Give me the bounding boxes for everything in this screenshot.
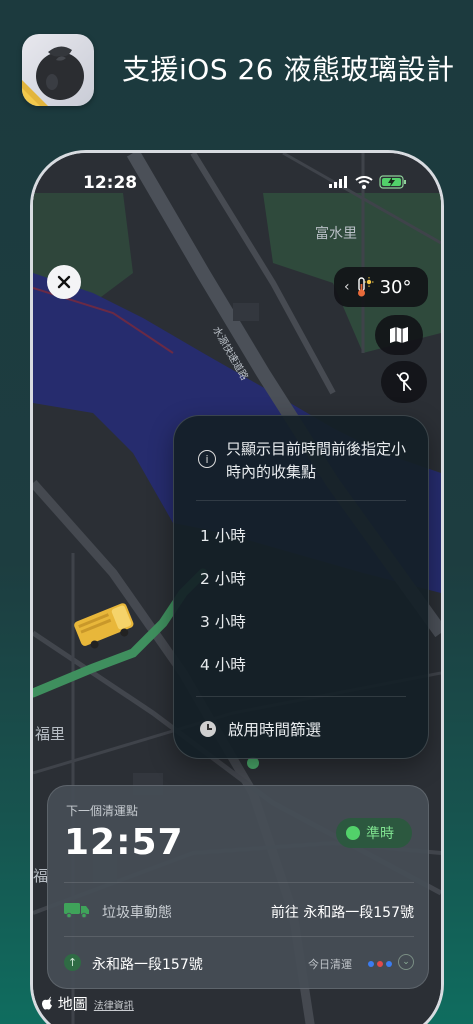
apple-maps-brand: 地圖 [41, 993, 88, 1014]
weather-chip[interactable]: ‹ 30° [334, 267, 428, 307]
wifi-icon [355, 175, 373, 189]
enable-time-filter-item[interactable]: 啟用時間篩選 [200, 718, 321, 740]
collection-dot [386, 961, 392, 967]
menu-item-2h[interactable]: 2 小時 [200, 567, 246, 589]
menu-item-1h[interactable]: 1 小時 [200, 524, 246, 546]
collection-dot [368, 961, 374, 967]
menu-divider [196, 696, 406, 697]
cellular-signal-icon [329, 176, 347, 188]
next-stop-time: 12:57 [64, 822, 184, 863]
enable-time-filter-label: 啟用時間篩選 [228, 721, 322, 739]
map-label-fu-prefix: 福 [33, 867, 49, 885]
menu-item-4h[interactable]: 4 小時 [200, 653, 246, 675]
maps-brand-text: 地圖 [57, 995, 88, 1013]
phone-frame: 富水里 水源快速道路 福里 福 12:28 ‹ 30° i 只顯示目前時間前後指… [30, 150, 444, 1024]
menu-info: i 只顯示目前時間前後指定小時內的收集點 [198, 438, 418, 484]
status-badge: 準時 [336, 818, 412, 848]
legal-link[interactable]: 法律資訊 [94, 997, 134, 1012]
building-block [233, 303, 259, 321]
menu-info-text: 只顯示目前時間前後指定小時內的收集點 [226, 440, 407, 481]
map-style-button[interactable] [375, 315, 423, 355]
status-time: 12:28 [83, 173, 138, 193]
collection-type-dots [368, 961, 392, 967]
info-icon: i [198, 450, 216, 468]
address-text: 永和路一段157號 [92, 957, 203, 973]
card-divider [64, 936, 414, 937]
map-icon [390, 327, 408, 343]
address-row[interactable]: ↑ 永和路一段157號 今日清運 ⌄ [64, 950, 414, 976]
status-badge-text: 準時 [366, 826, 394, 842]
truck-icon [64, 903, 89, 918]
chevron-left-icon: ‹ [344, 279, 350, 295]
maps-attribution: 地圖 法律資訊 [41, 993, 134, 1014]
map-label-fu: 福里 [35, 725, 66, 743]
status-icons [329, 175, 407, 189]
close-icon [57, 275, 71, 289]
truck-status-label: 垃圾車動態 [102, 905, 172, 921]
status-dot [346, 826, 360, 840]
time-filter-menu: i 只顯示目前時間前後指定小時內的收集點 1 小時 2 小時 3 小時 4 小時… [173, 415, 429, 759]
status-bar: 12:28 [33, 171, 441, 197]
next-stop-card[interactable]: 下一個清運點 12:57 準時 垃圾車動態 前往 永和路一段157號 ↑ 永和路… [47, 785, 429, 989]
app-header: 支援iOS 26 液態玻璃設計 [0, 0, 473, 130]
today-collection-label: 今日清運 [308, 958, 352, 971]
menu-divider [196, 500, 406, 501]
truck-status-value: 前往 永和路一段157號 [270, 905, 414, 921]
battery-charging-icon [379, 175, 406, 189]
collection-dot [377, 961, 383, 967]
menu-item-3h[interactable]: 3 小時 [200, 610, 246, 632]
card-divider [64, 882, 414, 883]
close-button[interactable] [47, 265, 81, 299]
location-filter-button[interactable] [381, 361, 427, 403]
location-pin-icon [396, 372, 412, 391]
clock-icon [200, 721, 216, 737]
arrow-up-icon: ↑ [64, 954, 81, 971]
temperature: 30° [379, 276, 412, 298]
thermometer-sun-icon [357, 277, 374, 297]
apple-logo-icon [42, 996, 52, 1010]
garbage-bag-icon [22, 34, 94, 106]
chevron-down-icon[interactable]: ⌄ [398, 954, 414, 970]
map-label-fushui: 富水里 [315, 226, 357, 242]
next-stop-label: 下一個清運點 [66, 804, 139, 818]
headline: 支援iOS 26 液態玻璃設計 [122, 53, 455, 86]
truck-status-row[interactable]: 垃圾車動態 前往 永和路一段157號 [64, 898, 414, 924]
